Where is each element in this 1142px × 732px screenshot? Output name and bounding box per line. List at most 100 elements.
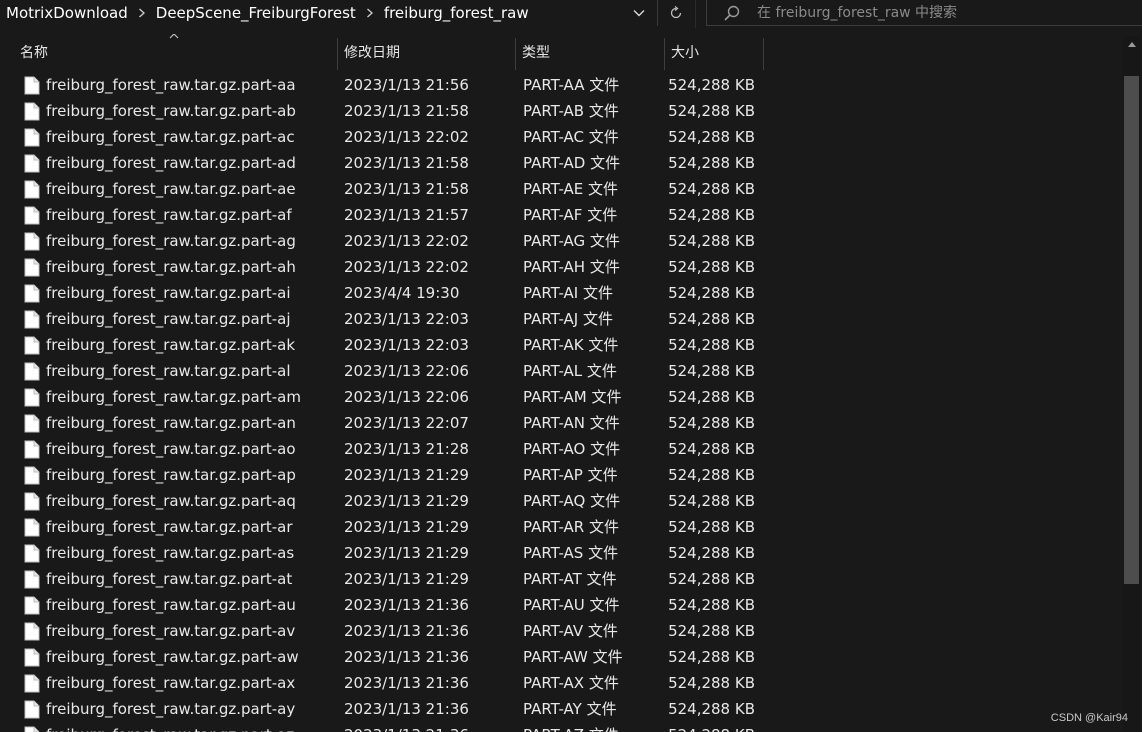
file-name[interactable]: freiburg_forest_raw.tar.gz.part-ah (46, 254, 336, 280)
file-row[interactable]: freiburg_forest_raw.tar.gz.part-ay 2023/… (0, 696, 1120, 722)
file-icon (24, 466, 40, 485)
file-row[interactable]: freiburg_forest_raw.tar.gz.part-al 2023/… (0, 358, 1120, 384)
file-name[interactable]: freiburg_forest_raw.tar.gz.part-at (46, 566, 336, 592)
search-input[interactable] (757, 0, 1127, 25)
file-name[interactable]: freiburg_forest_raw.tar.gz.part-aj (46, 306, 336, 332)
file-name[interactable]: freiburg_forest_raw.tar.gz.part-ap (46, 462, 336, 488)
file-row[interactable]: freiburg_forest_raw.tar.gz.part-ar 2023/… (0, 514, 1120, 540)
file-name[interactable]: freiburg_forest_raw.tar.gz.part-ac (46, 124, 336, 150)
breadcrumb-item[interactable]: freiburg_forest_raw (378, 0, 535, 26)
column-header-name[interactable]: 名称 (14, 34, 336, 70)
file-date: 2023/1/13 21:29 (344, 518, 469, 536)
file-icon (24, 622, 40, 641)
file-row[interactable]: freiburg_forest_raw.tar.gz.part-ad 2023/… (0, 150, 1120, 176)
breadcrumb-item[interactable]: DeepScene_FreiburgForest (150, 0, 362, 26)
file-row[interactable]: freiburg_forest_raw.tar.gz.part-ak 2023/… (0, 332, 1120, 358)
file-row[interactable]: freiburg_forest_raw.tar.gz.part-ap 2023/… (0, 462, 1120, 488)
file-size: 524,288 KB (668, 336, 755, 354)
file-date: 2023/1/13 21:36 (344, 674, 469, 692)
file-size: 524,288 KB (668, 674, 755, 692)
file-row[interactable]: freiburg_forest_raw.tar.gz.part-at 2023/… (0, 566, 1120, 592)
file-size: 524,288 KB (668, 102, 755, 120)
file-row[interactable]: freiburg_forest_raw.tar.gz.part-aw 2023/… (0, 644, 1120, 670)
file-row[interactable]: freiburg_forest_raw.tar.gz.part-az 2023/… (0, 722, 1120, 732)
file-name[interactable]: freiburg_forest_raw.tar.gz.part-am (46, 384, 336, 410)
file-name[interactable]: freiburg_forest_raw.tar.gz.part-au (46, 592, 336, 618)
scrollbar-thumb[interactable] (1124, 76, 1139, 584)
file-name[interactable]: freiburg_forest_raw.tar.gz.part-ay (46, 696, 336, 722)
file-icon (24, 154, 40, 173)
refresh-icon[interactable] (662, 2, 690, 24)
file-name[interactable]: freiburg_forest_raw.tar.gz.part-aw (46, 644, 336, 670)
file-row[interactable]: freiburg_forest_raw.tar.gz.part-an 2023/… (0, 410, 1120, 436)
file-size: 524,288 KB (616, 722, 755, 732)
file-row[interactable]: freiburg_forest_raw.tar.gz.part-ag 2023/… (0, 228, 1120, 254)
file-icon (24, 414, 40, 433)
vertical-scrollbar[interactable] (1121, 36, 1142, 732)
breadcrumb-item[interactable]: MotrixDownload (0, 0, 134, 26)
file-name[interactable]: freiburg_forest_raw.tar.gz.part-aa (46, 72, 336, 98)
column-header-type[interactable]: 类型 (516, 34, 664, 70)
file-name[interactable]: freiburg_forest_raw.tar.gz.part-ad (46, 150, 336, 176)
search-box[interactable] (706, 0, 1142, 26)
file-date: 2023/1/13 21:29 (344, 570, 469, 588)
file-size: 524,288 KB (668, 284, 755, 302)
file-row[interactable]: freiburg_forest_raw.tar.gz.part-ah 2023/… (0, 254, 1120, 280)
file-icon (24, 596, 40, 615)
file-row[interactable]: freiburg_forest_raw.tar.gz.part-as 2023/… (0, 540, 1120, 566)
file-name[interactable]: freiburg_forest_raw.tar.gz.part-av (46, 618, 336, 644)
file-row[interactable]: freiburg_forest_raw.tar.gz.part-aq 2023/… (0, 488, 1120, 514)
file-name[interactable]: freiburg_forest_raw.tar.gz.part-as (46, 540, 336, 566)
file-row[interactable]: freiburg_forest_raw.tar.gz.part-am 2023/… (0, 384, 1120, 410)
file-size: 524,288 KB (668, 518, 755, 536)
chevron-right-icon[interactable] (362, 8, 378, 18)
file-size: 524,288 KB (668, 180, 755, 198)
column-resize-handle[interactable] (763, 38, 764, 70)
chevron-down-icon[interactable] (626, 2, 652, 24)
file-name[interactable]: freiburg_forest_raw.tar.gz.part-ar (46, 514, 336, 540)
file-icon (24, 310, 40, 329)
file-row[interactable]: freiburg_forest_raw.tar.gz.part-ac 2023/… (0, 124, 1120, 150)
file-date: 2023/1/13 21:29 (344, 466, 469, 484)
file-row[interactable]: freiburg_forest_raw.tar.gz.part-au 2023/… (0, 592, 1120, 618)
column-header-date[interactable]: 修改日期 (338, 34, 514, 70)
file-row[interactable]: freiburg_forest_raw.tar.gz.part-ax 2023/… (0, 670, 1120, 696)
file-name[interactable]: freiburg_forest_raw.tar.gz.part-ae (46, 176, 336, 202)
file-icon (24, 388, 40, 407)
breadcrumb[interactable]: MotrixDownload DeepScene_FreiburgForest … (0, 0, 654, 26)
file-date: 2023/4/4 19:30 (344, 284, 460, 302)
file-icon (24, 518, 40, 537)
column-header-size[interactable]: 大小 (665, 34, 763, 70)
file-size: 524,288 KB (668, 596, 755, 614)
file-name[interactable]: freiburg_forest_raw.tar.gz.part-ak (46, 332, 336, 358)
chevron-right-icon[interactable] (134, 8, 150, 18)
file-icon (24, 674, 40, 693)
file-name[interactable]: freiburg_forest_raw.tar.gz.part-az (46, 722, 336, 732)
file-row[interactable]: freiburg_forest_raw.tar.gz.part-aa 2023/… (0, 72, 1120, 98)
file-date: 2023/1/13 21:36 (344, 722, 514, 732)
file-row[interactable]: freiburg_forest_raw.tar.gz.part-ae 2023/… (0, 176, 1120, 202)
file-name[interactable]: freiburg_forest_raw.tar.gz.part-ax (46, 670, 336, 696)
file-name[interactable]: freiburg_forest_raw.tar.gz.part-aq (46, 488, 336, 514)
file-name[interactable]: freiburg_forest_raw.tar.gz.part-ab (46, 98, 336, 124)
divider (695, 0, 696, 28)
file-icon (24, 102, 40, 121)
file-explorer-window: MotrixDownload DeepScene_FreiburgForest … (0, 0, 1142, 732)
file-name[interactable]: freiburg_forest_raw.tar.gz.part-ao (46, 436, 336, 462)
file-row[interactable]: freiburg_forest_raw.tar.gz.part-av 2023/… (0, 618, 1120, 644)
file-icon (24, 492, 40, 511)
file-name[interactable]: freiburg_forest_raw.tar.gz.part-ai (46, 280, 336, 306)
file-row[interactable]: freiburg_forest_raw.tar.gz.part-ab 2023/… (0, 98, 1120, 124)
file-size: 524,288 KB (668, 414, 755, 432)
file-date: 2023/1/13 21:58 (344, 154, 469, 172)
file-size: 524,288 KB (668, 76, 755, 94)
file-name[interactable]: freiburg_forest_raw.tar.gz.part-af (46, 202, 336, 228)
file-name[interactable]: freiburg_forest_raw.tar.gz.part-an (46, 410, 336, 436)
file-row[interactable]: freiburg_forest_raw.tar.gz.part-aj 2023/… (0, 306, 1120, 332)
file-row[interactable]: freiburg_forest_raw.tar.gz.part-af 2023/… (0, 202, 1120, 228)
scroll-up-arrow-icon[interactable] (1123, 36, 1140, 52)
file-row[interactable]: freiburg_forest_raw.tar.gz.part-ao 2023/… (0, 436, 1120, 462)
file-name[interactable]: freiburg_forest_raw.tar.gz.part-ag (46, 228, 336, 254)
file-name[interactable]: freiburg_forest_raw.tar.gz.part-al (46, 358, 336, 384)
file-row[interactable]: freiburg_forest_raw.tar.gz.part-ai 2023/… (0, 280, 1120, 306)
